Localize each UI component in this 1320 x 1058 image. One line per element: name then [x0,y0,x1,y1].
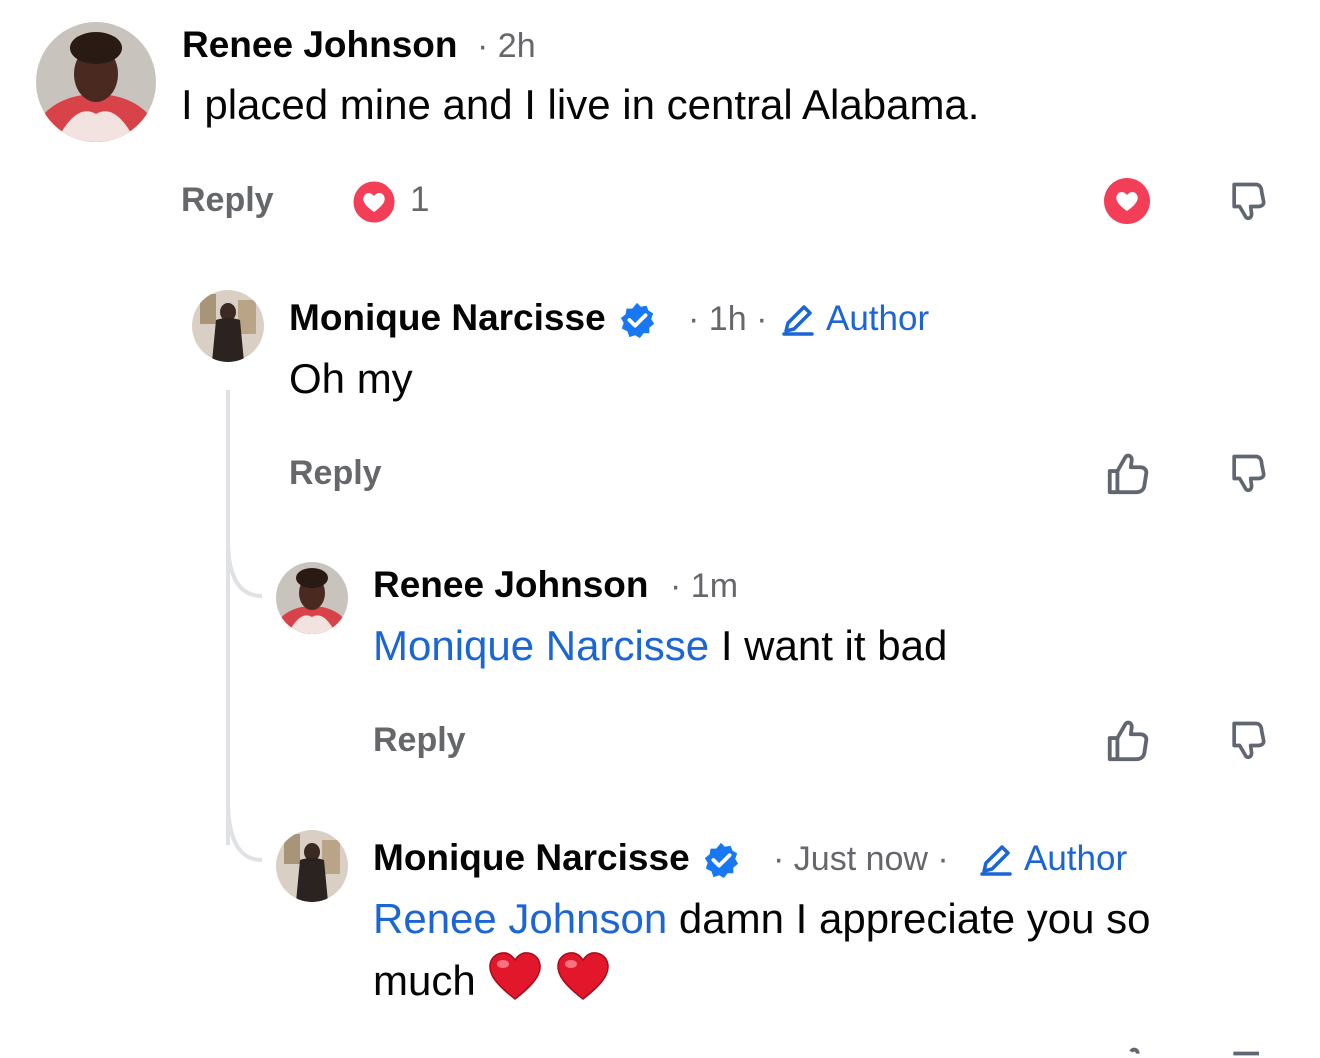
mention-link[interactable]: Monique Narcisse [373,622,709,669]
thumbs-down-icon[interactable] [1226,1048,1270,1058]
comment-text: Monique Narcisse I want it bad [373,615,947,677]
reply-button[interactable]: Reply [289,451,382,495]
love-reaction-icon[interactable] [350,178,398,226]
comment-timestamp[interactable]: · 1h · [688,297,767,341]
pencil-icon [782,305,814,336]
comment-author[interactable]: Monique Narcisse [373,836,740,880]
thread-line [226,390,230,845]
comment-author[interactable]: Renee Johnson [182,23,458,67]
verified-badge-icon [620,303,654,339]
comment-author[interactable]: Monique Narcisse [289,296,656,340]
avatar[interactable] [192,290,264,362]
reaction-count[interactable]: 1 [410,178,429,222]
comment-message: damn I appreciate you so [678,895,1151,942]
reply-button[interactable]: Reply [373,718,466,762]
meta-separator: · [477,27,489,65]
thread-connector [226,540,263,598]
thumbs-up-icon[interactable] [1103,716,1151,764]
comment-timestamp[interactable]: · Just now · [773,837,949,881]
red-heart-emoji [487,951,543,1018]
time: 1m [690,567,739,605]
reply-button[interactable]: Reply [181,178,274,222]
love-reaction-icon[interactable] [1103,177,1151,225]
time: Just now [793,840,928,878]
thread-connector [226,800,263,862]
avatar[interactable] [36,22,156,142]
verified-badge-icon [704,843,738,879]
thumbs-up-icon[interactable] [1103,449,1151,497]
red-heart-emoji [555,951,611,1018]
author-badge: Author [780,297,929,341]
thumbs-down-icon[interactable] [1223,716,1271,764]
time: 1h [708,300,747,338]
comment-timestamp[interactable]: · 1m [670,564,738,608]
time: 2h [497,27,536,65]
comment-author[interactable]: Renee Johnson [373,563,649,607]
comment-text: Oh my [289,355,413,402]
thumbs-up-icon[interactable] [1110,1044,1150,1058]
avatar[interactable] [276,562,348,634]
comment-message: much [373,957,476,1004]
thumbs-down-icon[interactable] [1223,449,1271,497]
author-badge: Author [978,837,1127,881]
thumbs-down-icon[interactable] [1223,177,1271,225]
comment-message: I want it bad [720,622,948,669]
comment-text: Renee Johnson damn I appreciate you so m… [373,888,1273,1018]
pencil-icon [980,845,1012,876]
comment-timestamp[interactable]: · 2h [477,24,536,68]
comment-thread: Renee Johnson · 2h I placed mine and I l… [0,0,1320,1058]
mention-link[interactable]: Renee Johnson [373,895,667,942]
comment-text: I placed mine and I live in central Alab… [181,81,980,128]
avatar[interactable] [276,830,348,902]
